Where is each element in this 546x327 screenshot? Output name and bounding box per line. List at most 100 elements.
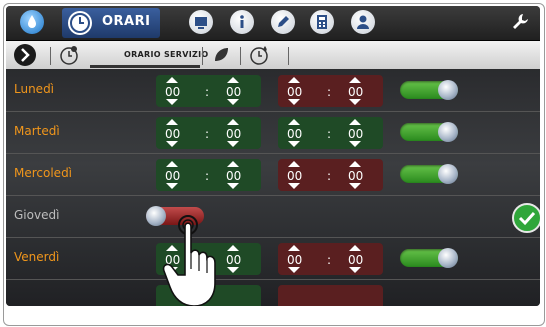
off-time-box: 00 : 00	[278, 243, 383, 275]
day-label: Martedì	[14, 124, 60, 138]
off-minute-value: 00	[348, 253, 364, 267]
off-time-box: 00 : 00	[278, 117, 383, 149]
schedule-row-monday: Lunedì 00 : 00 00 : 00	[6, 69, 540, 112]
on-hour-value: 00	[165, 85, 181, 99]
decrease-minute-arrow-icon[interactable]	[227, 99, 239, 105]
increase-hour-arrow-icon[interactable]	[288, 161, 300, 167]
info-icon[interactable]	[230, 10, 254, 34]
on-time-box: 00 : 00	[156, 159, 261, 191]
decrease-hour-arrow-icon[interactable]	[166, 183, 178, 189]
separator	[202, 47, 203, 65]
clock-drop-icon[interactable]	[248, 44, 270, 66]
off-time-box	[278, 285, 383, 306]
increase-hour-arrow-icon[interactable]	[288, 77, 300, 83]
schedule-table: Lunedì 00 : 00 00 : 00 Martedì 00: 00 0…	[6, 69, 540, 306]
footer-area	[6, 307, 540, 323]
on-time-box: 00 : 00	[156, 75, 261, 107]
decrease-hour-arrow-icon[interactable]	[288, 141, 300, 147]
day-enable-toggle[interactable]	[400, 248, 458, 268]
increase-minute-arrow-icon[interactable]	[227, 161, 239, 167]
next-arrow-icon[interactable]	[14, 44, 36, 66]
toggle-knob	[438, 248, 458, 268]
day-enable-toggle[interactable]	[400, 80, 458, 100]
decrease-minute-arrow-icon[interactable]	[227, 141, 239, 147]
increase-hour-arrow-icon[interactable]	[288, 245, 300, 251]
decrease-hour-arrow-icon[interactable]	[288, 267, 300, 273]
day-label: Giovedì	[14, 208, 60, 222]
schedule-row-thursday: Giovedì	[6, 195, 540, 238]
increase-minute-arrow-icon[interactable]	[349, 161, 361, 167]
increase-minute-arrow-icon[interactable]	[349, 77, 361, 83]
device-frame: ORARI ORARIO SERVIZIO Lunedì 00: 00 00 …	[3, 3, 545, 326]
on-minute-value: 00	[226, 85, 242, 99]
day-label: Venerdì	[14, 250, 60, 264]
time-separator: :	[205, 127, 210, 141]
toggle-knob	[438, 122, 458, 142]
device-screen: ORARI ORARIO SERVIZIO Lunedì 00: 00 00 …	[6, 6, 540, 306]
decrease-hour-arrow-icon[interactable]	[288, 183, 300, 189]
time-separator: :	[327, 253, 332, 267]
calculator-icon[interactable]	[310, 10, 334, 34]
decrease-hour-arrow-icon[interactable]	[166, 99, 178, 105]
increase-minute-arrow-icon[interactable]	[349, 119, 361, 125]
schedule-row-tuesday: Martedì 00 : 00 00 : 00	[6, 111, 540, 154]
clock-icon	[68, 11, 92, 35]
monitor-icon[interactable]	[189, 10, 213, 34]
increase-minute-arrow-icon[interactable]	[349, 245, 361, 251]
separator	[50, 47, 51, 65]
time-separator: :	[205, 169, 210, 183]
increase-hour-arrow-icon[interactable]	[166, 119, 178, 125]
time-separator: :	[327, 85, 332, 99]
tab-orari-label: ORARI	[102, 14, 151, 29]
sub-navigation-bar: ORARIO SERVIZIO	[6, 41, 540, 69]
tab-orario-servizio-label[interactable]: ORARIO SERVIZIO	[124, 50, 209, 59]
off-minute-value: 00	[348, 85, 364, 99]
off-hour-value: 00	[287, 127, 303, 141]
increase-minute-arrow-icon[interactable]	[227, 119, 239, 125]
decrease-minute-arrow-icon[interactable]	[349, 267, 361, 273]
separator	[240, 47, 241, 65]
clock-gear-icon[interactable]	[58, 44, 80, 66]
off-hour-value: 00	[287, 253, 303, 267]
day-label: Mercoledì	[14, 166, 73, 180]
user-icon[interactable]	[351, 10, 375, 34]
confirm-check-icon[interactable]	[512, 203, 540, 233]
wrench-icon[interactable]	[508, 10, 532, 34]
time-separator: :	[327, 127, 332, 141]
on-minute-value: 00	[226, 127, 242, 141]
on-time-box: 00 : 00	[156, 117, 261, 149]
day-label: Lunedì	[14, 82, 55, 96]
schedule-row-friday: Venerdì 00 : 00 00 : 00	[6, 237, 540, 280]
off-time-box: 00 : 00	[278, 75, 383, 107]
pencil-icon[interactable]	[271, 10, 295, 34]
leaf-icon[interactable]	[210, 44, 232, 66]
water-drop-icon[interactable]	[20, 10, 44, 34]
decrease-minute-arrow-icon[interactable]	[349, 183, 361, 189]
schedule-row-wednesday: Mercoledì 00 : 00 00 : 00	[6, 153, 540, 196]
increase-hour-arrow-icon[interactable]	[166, 161, 178, 167]
decrease-minute-arrow-icon[interactable]	[349, 141, 361, 147]
decrease-hour-arrow-icon[interactable]	[288, 99, 300, 105]
off-hour-value: 00	[287, 85, 303, 99]
toggle-knob	[438, 80, 458, 100]
decrease-hour-arrow-icon[interactable]	[166, 141, 178, 147]
day-enable-toggle[interactable]	[400, 164, 458, 184]
increase-minute-arrow-icon[interactable]	[227, 77, 239, 83]
schedule-row-partial	[6, 279, 540, 306]
off-time-box: 00 : 00	[278, 159, 383, 191]
time-separator: :	[327, 169, 332, 183]
tap-hand-icon	[162, 215, 216, 306]
on-hour-value: 00	[165, 169, 181, 183]
decrease-minute-arrow-icon[interactable]	[349, 99, 361, 105]
time-separator: :	[205, 85, 210, 99]
day-enable-toggle[interactable]	[400, 122, 458, 142]
decrease-minute-arrow-icon[interactable]	[227, 183, 239, 189]
separator	[288, 47, 289, 65]
off-minute-value: 00	[348, 169, 364, 183]
off-hour-value: 00	[287, 169, 303, 183]
increase-hour-arrow-icon[interactable]	[166, 77, 178, 83]
increase-hour-arrow-icon[interactable]	[288, 119, 300, 125]
off-minute-value: 00	[348, 127, 364, 141]
top-navigation-bar: ORARI	[6, 6, 540, 41]
toggle-knob	[438, 164, 458, 184]
